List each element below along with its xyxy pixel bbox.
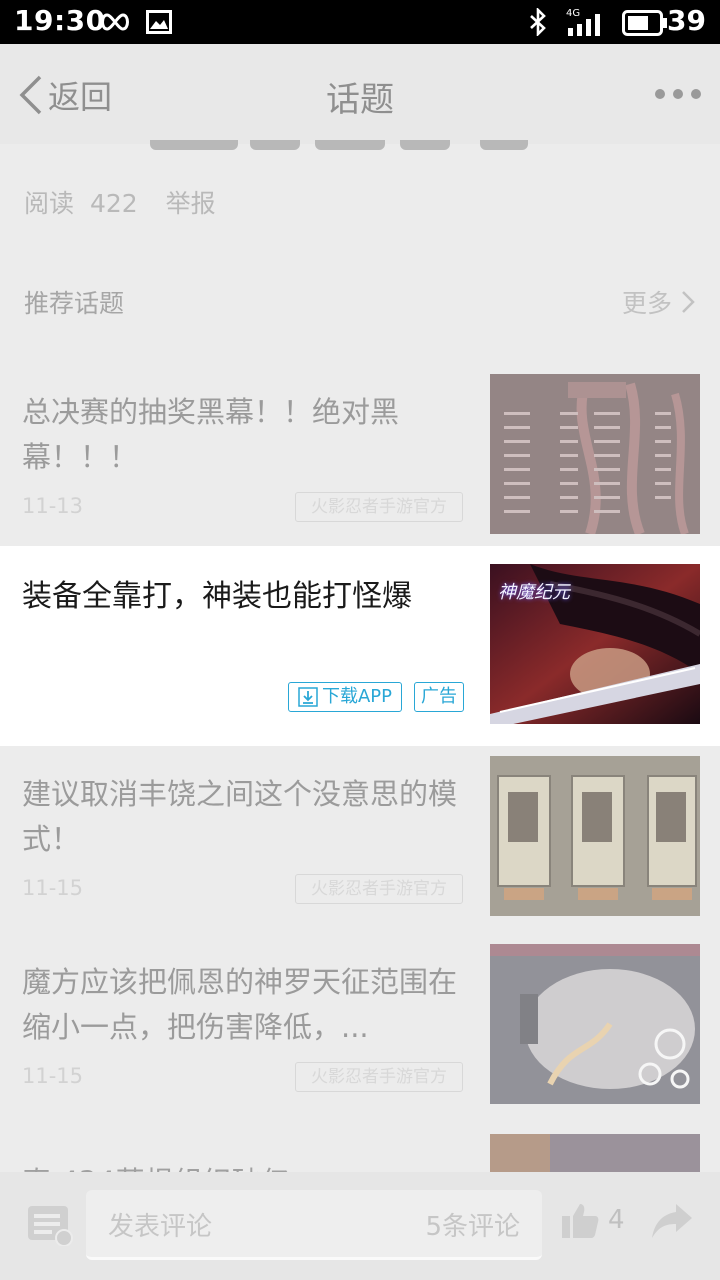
topic-thumbnail [490, 374, 700, 534]
comment-placeholder: 发表评论 [108, 1212, 213, 1242]
more-label: 更多 [621, 289, 672, 318]
bottom-comment-bar: 发表评论 5条评论 4 [0, 1172, 720, 1280]
status-bar: 19:30 4G 39 [0, 0, 720, 44]
topic-item[interactable]: 建议取消丰饶之间这个没意思的模式！ 11-15 火影忍者手游官方 [0, 756, 720, 926]
comment-count[interactable]: 5条评论 [425, 1206, 520, 1243]
topic-thumbnail [490, 944, 700, 1104]
infinity-icon [101, 13, 129, 31]
scrolled-content-remnant [150, 140, 530, 152]
topic-date: 11-15 [22, 876, 84, 900]
image-icon [146, 10, 172, 34]
topic-thumbnail [490, 1134, 700, 1172]
page-title: 话题 [326, 80, 394, 120]
recommend-header: 推荐话题 更多 [24, 284, 696, 324]
download-label: 下载APP [321, 686, 393, 707]
battery-icon [622, 10, 667, 36]
ad-title: 装备全靠打，神装也能打怪爆 [22, 579, 412, 614]
share-icon[interactable] [650, 1200, 694, 1240]
download-app-button[interactable]: 下载APP [288, 682, 402, 712]
more-topics-link[interactable]: 更多 [622, 284, 696, 320]
like-count: 4 [608, 1205, 625, 1235]
ad-thumbnail: 神魔纪元 [490, 564, 700, 724]
recommend-title: 推荐话题 [24, 289, 125, 318]
download-icon [298, 687, 318, 707]
ad-badge: 广告 [414, 682, 464, 712]
topic-source-tag: 火影忍者手游官方 [295, 492, 463, 522]
status-time: 19:30 [14, 4, 106, 37]
report-link[interactable]: 举报 [166, 189, 216, 218]
read-count: 422 [89, 189, 138, 218]
more-icon[interactable] [654, 74, 702, 114]
chevron-right-icon [682, 291, 695, 313]
article-meta: 阅读 422 举报 [24, 184, 224, 220]
app-screen: 返回 话题 阅读 422 举报 推荐话题 更多 总决赛的抽奖黑幕！！绝对黑幕！！… [0, 44, 720, 1280]
bluetooth-icon [530, 8, 546, 36]
topic-thumbnail [490, 756, 700, 916]
read-label: 阅读 [24, 189, 75, 218]
signal-icon [568, 14, 600, 36]
topic-title: 建议取消丰饶之间这个没意思的模式！ [22, 777, 458, 856]
ad-image-text: 神魔纪元 [498, 582, 570, 603]
topic-item[interactable]: 魔方应该把佩恩的神罗天征范围在缩小一点，把伤害降低，... 11-15 火影忍者… [0, 944, 720, 1114]
topic-date: 11-13 [22, 494, 84, 518]
topic-title: 总决赛的抽奖黑幕！！绝对黑幕！！！ [22, 395, 400, 474]
topic-date: 11-15 [22, 1064, 84, 1088]
battery-level: 39 [667, 4, 706, 37]
topic-title: 魔方应该把佩恩的神罗天征范围在缩小一点，把伤害降低，... [22, 965, 458, 1044]
topic-source-tag: 火影忍者手游官方 [295, 874, 463, 904]
topic-source-tag: 火影忍者手游官方 [295, 1062, 463, 1092]
thumbs-up-icon [562, 1204, 599, 1238]
comment-input[interactable]: 发表评论 5条评论 [86, 1190, 542, 1260]
topic-item[interactable]: 总决赛的抽奖黑幕！！绝对黑幕！！！ 11-13 火影忍者手游官方 [0, 374, 720, 544]
ad-item[interactable]: 装备全靠打，神装也能打怪爆 下载APP 广告 神魔纪元 [0, 546, 720, 746]
like-button[interactable]: 4 [560, 1200, 625, 1240]
nav-bar: 返回 话题 [0, 44, 720, 144]
comment-list-icon[interactable] [26, 1204, 74, 1246]
